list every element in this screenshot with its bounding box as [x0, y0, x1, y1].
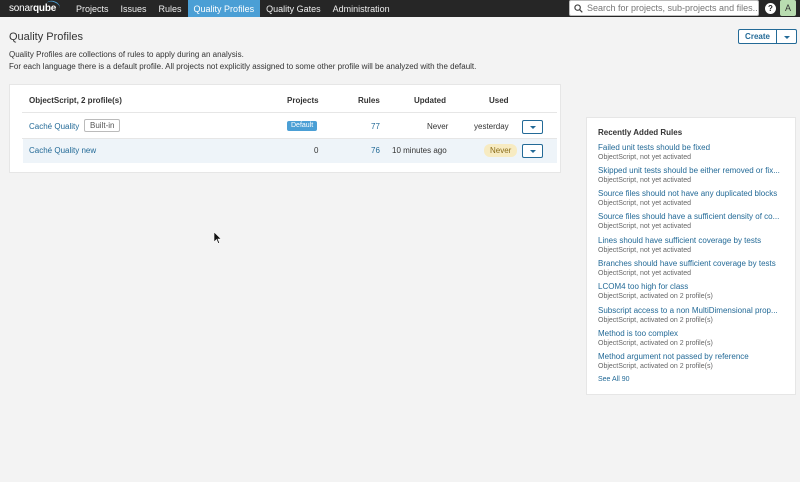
search-icon: [574, 3, 583, 13]
used-never-badge: Never: [484, 144, 518, 157]
rule-link[interactable]: Skipped unit tests should be either remo…: [598, 165, 788, 176]
updated-value: Never: [427, 122, 449, 131]
profiles-table-card: ObjectScript, 2 profile(s) Projects Rule…: [9, 84, 561, 173]
header-divider: [22, 112, 557, 113]
rule-meta: ObjectScript, activated on 2 profile(s): [598, 363, 713, 370]
create-button[interactable]: Create: [738, 29, 777, 44]
used-value: yesterday: [474, 122, 509, 131]
see-all-link[interactable]: See All 90: [598, 376, 630, 383]
list-item: Method argument not passed by reference …: [598, 351, 788, 372]
rule-link[interactable]: Branches should have sufficient coverage…: [598, 258, 788, 269]
recently-added-rules-panel: Recently Added Rules Failed unit tests s…: [586, 117, 796, 395]
user-avatar[interactable]: A: [780, 0, 796, 16]
rule-link[interactable]: Lines should have sufficient coverage by…: [598, 235, 788, 246]
description-line-1: Quality Profiles are collections of rule…: [9, 50, 244, 59]
table-row-hover: [23, 139, 557, 163]
list-item: Lines should have sufficient coverage by…: [598, 235, 788, 256]
rule-link[interactable]: Source files should have a sufficient de…: [598, 211, 788, 222]
nav-item-quality-profiles[interactable]: Quality Profiles: [187, 0, 261, 17]
profile-actions-dropdown[interactable]: [522, 144, 543, 158]
search-input[interactable]: [587, 3, 757, 13]
row-divider: [22, 138, 557, 139]
updated-value: 10 minutes ago: [392, 146, 447, 155]
rule-link[interactable]: LCOM4 too high for class: [598, 281, 788, 292]
list-item: Method is too complex ObjectScript, acti…: [598, 328, 788, 349]
rule-meta: ObjectScript, not yet activated: [598, 200, 691, 207]
default-badge: Default: [287, 121, 318, 131]
nav-item-administration[interactable]: Administration: [327, 0, 396, 17]
panel-title: Recently Added Rules: [598, 128, 683, 137]
rule-meta: ObjectScript, activated on 2 profile(s): [598, 317, 713, 324]
rule-meta: ObjectScript, activated on 2 profile(s): [598, 293, 713, 300]
sonarqube-logo[interactable]: sonar qube: [0, 0, 70, 17]
updated-column-header: Updated: [414, 96, 446, 105]
list-item: Source files should not have any duplica…: [598, 188, 788, 209]
help-icon[interactable]: ?: [765, 3, 776, 14]
list-item: Skipped unit tests should be either remo…: [598, 165, 788, 186]
nav-item-issues[interactable]: Issues: [115, 0, 153, 17]
page-title: Quality Profiles: [9, 31, 83, 43]
rule-link[interactable]: Source files should not have any duplica…: [598, 188, 788, 199]
profile-name-link[interactable]: Caché Quality new: [29, 146, 96, 155]
rule-link[interactable]: Method argument not passed by reference: [598, 351, 788, 362]
rules-count-link[interactable]: 76: [371, 146, 380, 155]
nav-item-rules[interactable]: Rules: [153, 0, 188, 17]
rule-meta: ObjectScript, activated on 2 profile(s): [598, 340, 713, 347]
rule-meta: ObjectScript, not yet activated: [598, 154, 691, 161]
builtin-badge: Built-in: [84, 119, 121, 132]
rule-meta: ObjectScript, not yet activated: [598, 247, 691, 254]
create-dropdown-button[interactable]: [776, 29, 797, 44]
nav-item-projects[interactable]: Projects: [70, 0, 115, 17]
used-column-header: Used: [489, 96, 509, 105]
rule-link[interactable]: Subscript access to a non MultiDimension…: [598, 305, 788, 316]
rules-count-link[interactable]: 77: [371, 122, 380, 131]
language-header: ObjectScript, 2 profile(s): [29, 96, 122, 105]
rules-column-header: Rules: [358, 96, 380, 105]
rule-meta: ObjectScript, not yet activated: [598, 177, 691, 184]
global-search[interactable]: [569, 0, 759, 16]
description-line-2: For each language there is a default pro…: [9, 61, 477, 71]
list-item: Subscript access to a non MultiDimension…: [598, 305, 788, 326]
projects-count: 0: [314, 146, 319, 155]
projects-column-header: Projects: [287, 96, 319, 105]
rule-link[interactable]: Method is too complex: [598, 328, 788, 339]
rule-meta: ObjectScript, not yet activated: [598, 223, 691, 230]
rule-meta: ObjectScript, not yet activated: [598, 270, 691, 277]
list-item: Failed unit tests should be fixed Object…: [598, 142, 788, 163]
list-item: Branches should have sufficient coverage…: [598, 258, 788, 279]
profile-name-link[interactable]: Caché Quality: [29, 122, 79, 131]
page-description: Quality Profiles are collections of rule…: [9, 49, 476, 72]
list-item: Source files should have a sufficient de…: [598, 211, 788, 232]
nav-item-quality-gates[interactable]: Quality Gates: [260, 0, 327, 17]
mouse-cursor-icon: [214, 232, 222, 244]
list-item: LCOM4 too high for class ObjectScript, a…: [598, 281, 788, 302]
profile-actions-dropdown[interactable]: [522, 120, 543, 134]
rule-link[interactable]: Failed unit tests should be fixed: [598, 142, 788, 153]
